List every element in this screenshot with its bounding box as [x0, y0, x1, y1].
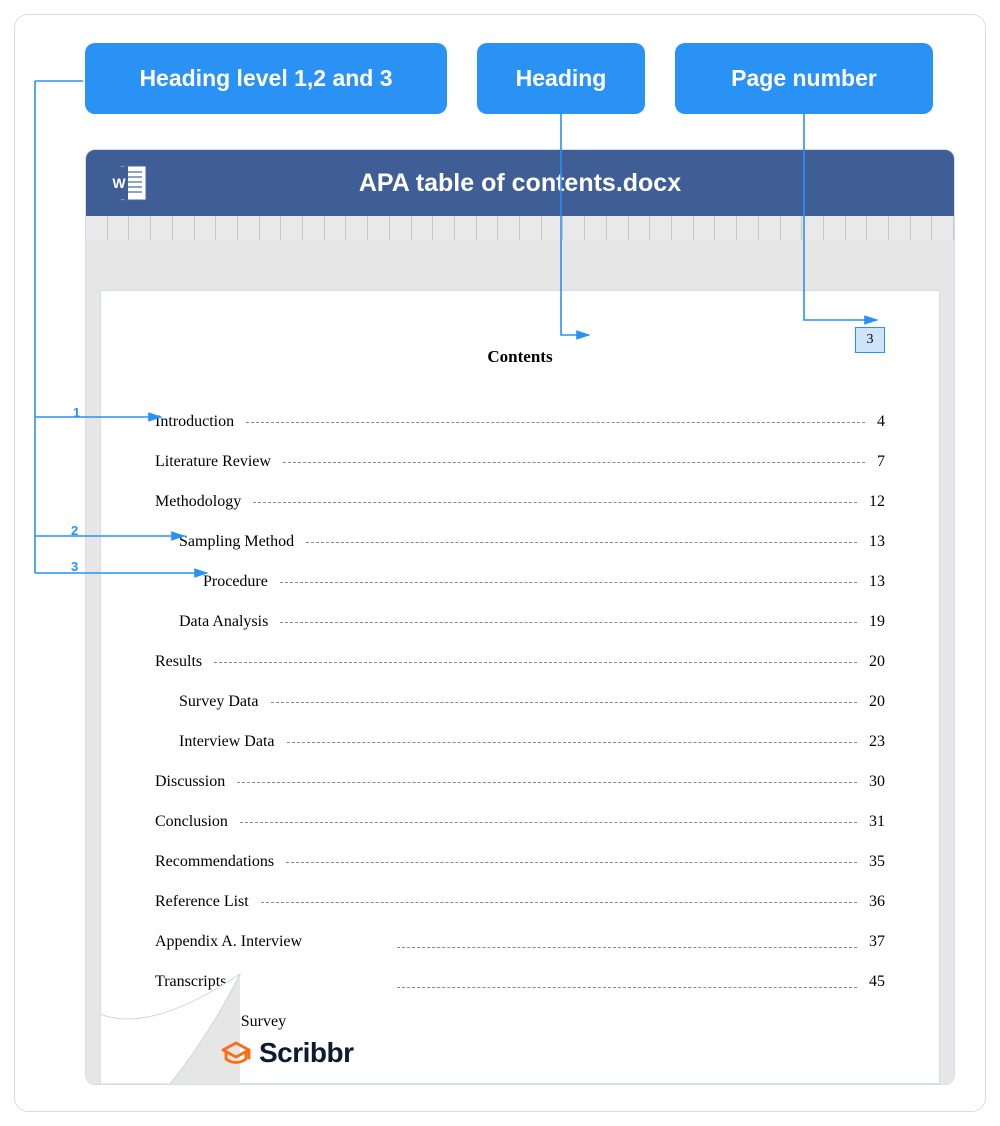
- toc-entry-label: Introduction: [155, 413, 240, 431]
- toc-leader: [271, 702, 857, 703]
- level-marker-1: 1: [73, 405, 80, 420]
- toc-entry-label: Sampling Method: [179, 533, 300, 551]
- document-canvas: 3 Contents Introduction 4 Literature Revie…: [86, 240, 954, 1084]
- toc-entry-label: Conclusion: [155, 813, 234, 831]
- toc-container: Introduction 4 Literature Review 7 Methodolo…: [155, 413, 885, 1071]
- toc-leader: [286, 862, 857, 863]
- toc-entry-label: Methodology: [155, 493, 247, 511]
- toc-leader: [397, 970, 857, 988]
- level-marker-2: 2: [71, 523, 78, 538]
- toc-entry-label: Appendix A. Interview: [155, 933, 391, 951]
- toc-row: Reference List 36: [155, 893, 885, 911]
- toc-entry-page: 20: [863, 693, 885, 711]
- toc-entry-page: 37: [863, 933, 885, 951]
- document-page: 3 Contents Introduction 4 Literature Revie…: [100, 290, 940, 1084]
- toc-row: Data Analysis 19: [155, 613, 885, 631]
- toc-row: Methodology 12: [155, 493, 885, 511]
- toc-leader: [306, 542, 857, 543]
- toc-leader: [280, 622, 857, 623]
- toc-entry-page: 13: [863, 573, 885, 591]
- toc-entry-page: 12: [863, 493, 885, 511]
- toc-entry-page: 13: [863, 533, 885, 551]
- toc-leader: [253, 502, 857, 503]
- toc-entry-page: 30: [863, 773, 885, 791]
- brand-logo: Scribbr: [219, 1037, 354, 1069]
- toc-entry-label: Recommendations: [155, 853, 280, 871]
- level-marker-3: 3: [71, 559, 78, 574]
- document-filename: APA table of contents.docx: [359, 169, 681, 198]
- toc-entry-label: Procedure: [203, 573, 274, 591]
- toc-entry-label: Data Analysis: [179, 613, 274, 631]
- toc-entry-label: Literature Review: [155, 453, 277, 471]
- document-window: W APA table of contents.docx 3 Contents …: [85, 149, 955, 1085]
- brand-name: Scribbr: [259, 1037, 354, 1069]
- word-icon: W: [108, 163, 148, 203]
- toc-leader: [261, 902, 857, 903]
- toc-entry-page: 19: [863, 613, 885, 631]
- contents-heading: Contents: [155, 347, 885, 367]
- outer-frame: Heading level 1,2 and 3 Heading Page num…: [14, 14, 986, 1112]
- toc-leader: [397, 930, 857, 948]
- toc-row: Recommendations 35: [155, 853, 885, 871]
- ruler: [86, 216, 954, 240]
- toc-entry-label: Interview Data: [179, 733, 281, 751]
- toc-leader: [246, 422, 865, 423]
- toc-entry-page: 35: [863, 853, 885, 871]
- toc-leader: [283, 462, 865, 463]
- toc-entry-page: 23: [863, 733, 885, 751]
- toc-row: Discussion 30: [155, 773, 885, 791]
- page-number-box: 3: [855, 327, 885, 353]
- toc-row: Sampling Method 13: [155, 533, 885, 551]
- toc-row: Appendix B. Survey: [155, 1013, 885, 1031]
- toc-entry-page: 36: [863, 893, 885, 911]
- toc-row: Procedure 13: [155, 573, 885, 591]
- document-titlebar: W APA table of contents.docx: [86, 150, 954, 216]
- toc-row: Conclusion 31: [155, 813, 885, 831]
- toc-row: Appendix A. Interview 37: [155, 933, 885, 951]
- toc-entry-page: 4: [871, 413, 885, 431]
- toc-leader: [280, 582, 857, 583]
- toc-entry-label: Discussion: [155, 773, 231, 791]
- svg-text:W: W: [112, 175, 126, 191]
- toc-entry-label: Survey Data: [179, 693, 265, 711]
- toc-row: Transcripts45: [155, 973, 885, 991]
- scribbr-cap-icon: [219, 1038, 253, 1068]
- toc-row: Interview Data 23: [155, 733, 885, 751]
- toc-entry-page: 20: [863, 653, 885, 671]
- toc-entry-label: Reference List: [155, 893, 255, 911]
- toc-entry-page: 7: [871, 453, 885, 471]
- toc-leader: [214, 662, 857, 663]
- toc-entry-page: 45: [863, 973, 885, 991]
- toc-row: Results 20: [155, 653, 885, 671]
- toc-leader: [240, 822, 857, 823]
- toc-leader: [237, 782, 857, 783]
- toc-row: Introduction 4: [155, 413, 885, 431]
- toc-entry-page: 31: [863, 813, 885, 831]
- callout-heading-levels: Heading level 1,2 and 3: [85, 43, 447, 114]
- toc-entry-label: Results: [155, 653, 208, 671]
- toc-leader: [287, 742, 857, 743]
- callout-page-number: Page number: [675, 43, 933, 114]
- callout-heading: Heading: [477, 43, 645, 114]
- toc-row: Survey Data 20: [155, 693, 885, 711]
- toc-row: Literature Review 7: [155, 453, 885, 471]
